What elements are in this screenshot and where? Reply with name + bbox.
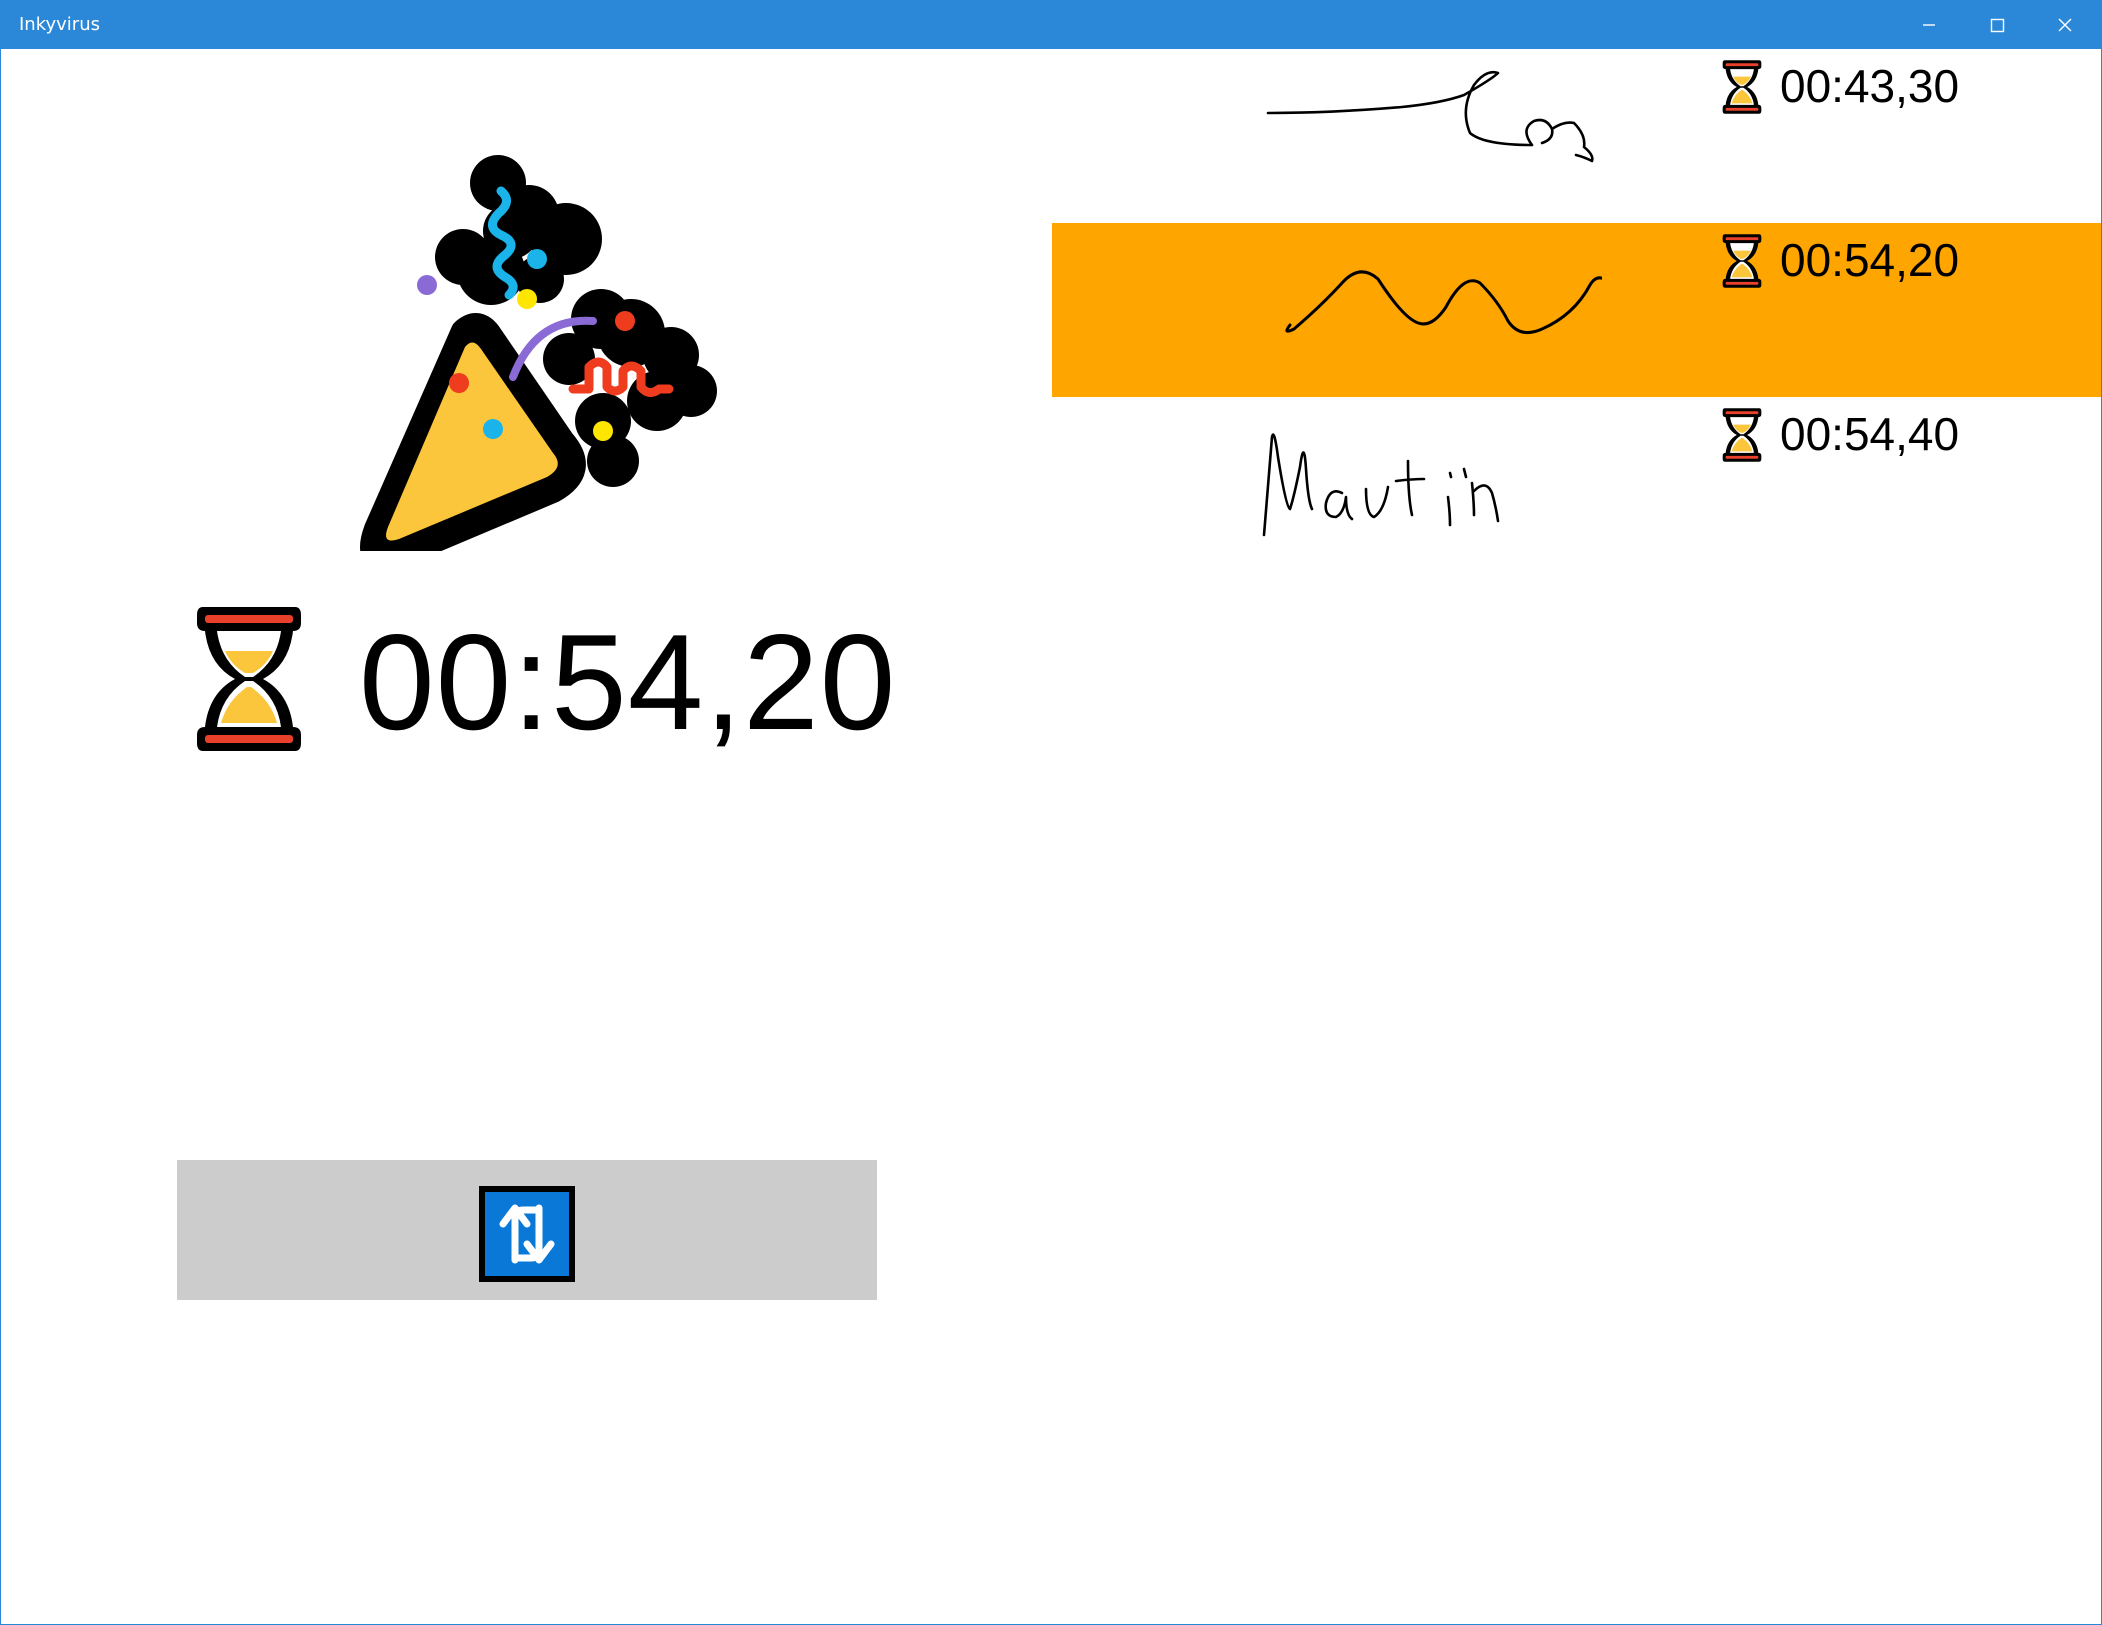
hourglass-icon	[197, 607, 301, 751]
maximize-icon	[1990, 18, 2005, 33]
reset-bar	[177, 1160, 877, 1300]
app-window: Inkyvirus 00:54,20 00:43,30 00:54,20 00:…	[0, 0, 2102, 1625]
entry-time: 00:54,40	[1780, 408, 1960, 460]
main-content: 00:54,20 00:43,30 00:54,20 00:54,40	[1, 49, 2101, 1624]
title-bar: Inkyvirus	[1, 1, 2101, 49]
entry-time: 00:43,30	[1780, 60, 1960, 112]
entry-time: 00:54,20	[1780, 234, 1960, 286]
minimize-icon	[1923, 24, 1935, 26]
leaderboard: 00:43,30 00:54,20 00:54,40	[1052, 49, 2101, 749]
minimize-button[interactable]	[1895, 1, 1963, 49]
party-popper-icon	[360, 155, 717, 551]
handwritten-wave	[1285, 270, 1602, 335]
handwritten-name	[1262, 433, 1500, 537]
leaderboard-entry[interactable]: 00:54,40	[1052, 397, 2101, 571]
maximize-button[interactable]	[1963, 1, 2031, 49]
hourglass-icon	[1722, 408, 1762, 462]
handwritten-signature	[1266, 70, 1594, 163]
current-time-value: 00:54,20	[359, 606, 897, 758]
hourglass-icon	[1722, 234, 1762, 288]
repeat-arrows-icon	[479, 1186, 575, 1282]
reset-button[interactable]	[477, 1184, 577, 1284]
window-title: Inkyvirus	[19, 14, 100, 35]
close-icon	[2058, 18, 2072, 32]
leaderboard-entry-highlighted[interactable]: 00:54,20	[1052, 223, 2101, 397]
hourglass-icon	[1722, 60, 1762, 114]
close-button[interactable]	[2031, 1, 2099, 49]
leaderboard-entry[interactable]: 00:43,30	[1052, 49, 2101, 223]
